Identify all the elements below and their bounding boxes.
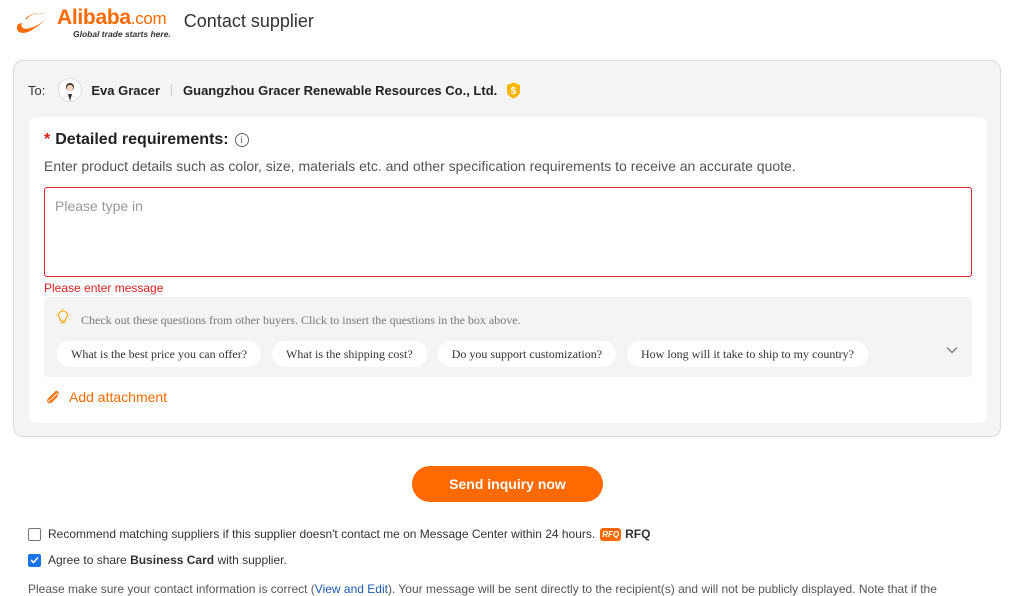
alibaba-logo[interactable]: Alibaba.com Global trade starts here. — [12, 5, 171, 39]
footer-note: Please make sure your contact informatio… — [28, 582, 937, 596]
divider — [171, 84, 173, 96]
requirements-description: Enter product details such as color, siz… — [44, 158, 796, 174]
lightbulb-icon — [56, 309, 70, 324]
company-name[interactable]: Guangzhou Gracer Renewable Resources Co.… — [183, 83, 497, 98]
question-chip[interactable]: What is the shipping cost? — [272, 341, 427, 367]
avatar — [58, 78, 83, 102]
alibaba-logo-icon — [16, 13, 52, 33]
question-chips: What is the best price you can offer? Wh… — [57, 341, 879, 367]
logo-tagline: Global trade starts here. — [73, 28, 171, 39]
recommend-checkbox[interactable] — [28, 527, 41, 541]
inquiry-panel: To: Eva Gracer Guangzhou Gracer Renewabl… — [13, 60, 1001, 437]
recommend-label: Recommend matching suppliers if this sup… — [48, 527, 596, 541]
business-card-option[interactable]: Agree to share Business Card with suppli… — [28, 553, 287, 567]
message-placeholder: Please type in — [55, 198, 143, 214]
footer-after: ). Your message will be sent directly to… — [387, 582, 937, 596]
checkmark-icon — [30, 556, 39, 564]
add-attachment-label: Add attachment — [69, 388, 168, 405]
suggested-questions: Check out these questions from other buy… — [44, 297, 972, 377]
message-textarea[interactable]: Please type in — [44, 187, 972, 277]
question-chip[interactable]: How long will it take to ship to my coun… — [627, 341, 868, 367]
paperclip-icon — [47, 390, 59, 404]
header: Alibaba.com Global trade starts here. Co… — [12, 5, 314, 41]
rfq-badge: RFQ — [600, 527, 622, 541]
business-card-checkbox[interactable] — [28, 553, 41, 567]
business-card-bold: Business Card — [130, 553, 215, 567]
requirements-card: * Detailed requirements: i Enter product… — [29, 117, 987, 423]
error-message: Please enter message — [44, 281, 164, 295]
svg-text:$: $ — [511, 86, 517, 97]
to-label: To: — [28, 82, 46, 98]
recommend-suppliers-option[interactable]: Recommend matching suppliers if this sup… — [28, 527, 650, 541]
supplier-name: Eva Gracer — [91, 82, 161, 98]
verified-supplier-icon[interactable]: $ — [506, 82, 521, 99]
info-icon[interactable]: i — [234, 133, 249, 147]
question-chip[interactable]: What is the best price you can offer? — [57, 341, 262, 367]
business-card-suffix: with supplier. — [217, 553, 287, 567]
add-attachment-button[interactable]: Add attachment — [44, 388, 167, 405]
rfq-label[interactable]: RFQ — [625, 527, 650, 541]
required-mark: * — [44, 131, 51, 148]
send-inquiry-button[interactable]: Send inquiry now — [412, 466, 603, 502]
view-and-edit-link[interactable]: View and Edit — [315, 582, 388, 596]
footer-before: Please make sure your contact informatio… — [28, 582, 315, 596]
logo-com: .com — [130, 8, 167, 28]
question-chip[interactable]: Do you support customization? — [437, 341, 617, 367]
logo-word: Alibaba — [57, 5, 131, 29]
business-card-prefix: Agree to share — [48, 553, 127, 567]
page-title: Contact supplier — [183, 10, 314, 31]
requirements-title: * Detailed requirements: i — [44, 131, 249, 149]
suggestions-hint: Check out these questions from other buy… — [81, 313, 521, 327]
requirements-title-text: Detailed requirements: — [55, 131, 229, 148]
recipient-row: To: Eva Gracer Guangzhou Gracer Renewabl… — [28, 78, 521, 102]
chevron-down-icon[interactable] — [946, 346, 958, 354]
